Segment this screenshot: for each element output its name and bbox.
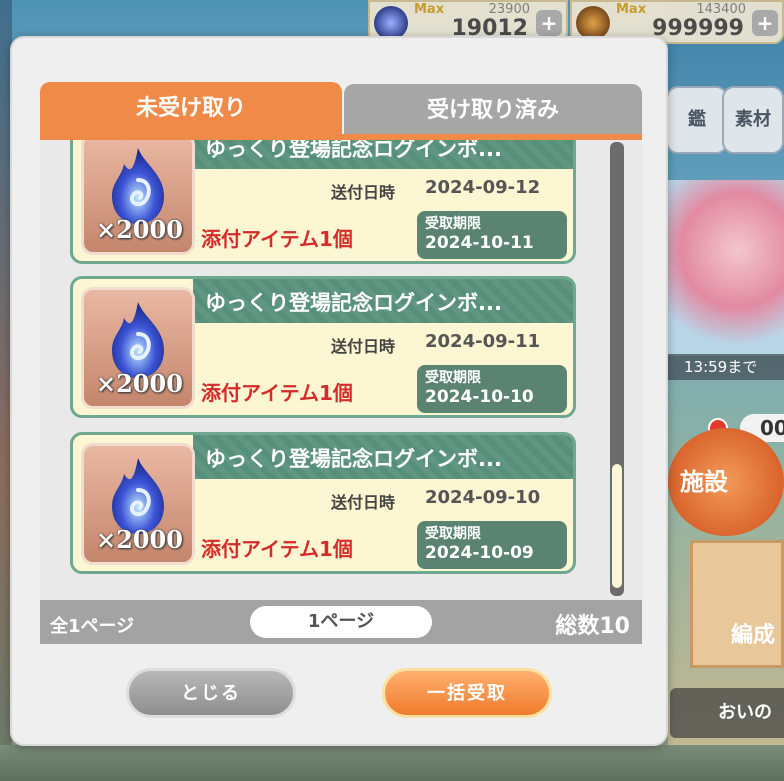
deadline-date: 2024-10-09 xyxy=(425,543,534,563)
blue-flame-icon xyxy=(112,148,164,224)
current-page[interactable]: 1ページ xyxy=(250,606,432,638)
total-pages: 全1ページ xyxy=(50,616,135,637)
formation-button[interactable]: 編成 xyxy=(690,540,784,668)
sent-date: 2024-09-11 xyxy=(425,331,541,352)
attachment-count: 添付アイテム1個 xyxy=(201,381,353,405)
background-bottom-strip xyxy=(0,745,784,781)
resource-max-label: Max xyxy=(414,2,445,17)
deadline-badge: 受取期限 2024-10-09 xyxy=(417,521,567,569)
sent-date: 2024-09-10 xyxy=(425,487,541,508)
close-button[interactable]: とじる xyxy=(126,668,296,718)
resource-add-button[interactable]: + xyxy=(536,10,562,36)
present-box-modal: 未受け取り 受け取り済み ×2000 ゆっくり登場記念ログインボ... 送付日時… xyxy=(10,36,668,746)
tab-claimed[interactable]: 受け取り済み xyxy=(344,84,642,140)
attachment-count: 添付アイテム1個 xyxy=(201,537,353,561)
resource-max-label: Max xyxy=(616,2,647,17)
resource-cap: 143400 xyxy=(696,2,746,17)
blue-flame-icon xyxy=(112,458,164,534)
item-thumbnail: ×2000 xyxy=(81,443,195,565)
item-thumbnail: ×2000 xyxy=(81,140,195,255)
materials-button[interactable]: 素材 xyxy=(722,86,784,154)
blue-flame-icon xyxy=(112,302,164,378)
item-thumbnail: ×2000 xyxy=(81,287,195,409)
present-list[interactable]: ×2000 ゆっくり登場記念ログインボ... 送付日時 2024-09-12 添… xyxy=(40,140,642,600)
item-title: ゆっくり登場記念ログインボ... xyxy=(205,291,502,315)
list-item[interactable]: ×2000 ゆっくり登場記念ログインボ... 送付日時 2024-09-12 添… xyxy=(70,140,576,264)
deadline-label: 受取期限 xyxy=(425,216,481,232)
item-quantity: ×2000 xyxy=(96,369,183,398)
sent-label: 送付日時 xyxy=(331,337,396,356)
total-count: 総数10 xyxy=(555,614,630,639)
resource-value: 999999 xyxy=(652,16,744,41)
item-title: ゆっくり登場記念ログインボ... xyxy=(205,140,502,161)
deadline-label: 受取期限 xyxy=(425,526,481,542)
resource-cap: 23900 xyxy=(488,2,530,17)
list-item[interactable]: ×2000 ゆっくり登場記念ログインボ... 送付日時 2024-09-11 添… xyxy=(70,276,576,418)
deadline-date: 2024-10-11 xyxy=(425,233,534,253)
deadline-label: 受取期限 xyxy=(425,370,481,386)
scrollbar-thumb[interactable] xyxy=(612,464,622,588)
attachment-count: 添付アイテム1個 xyxy=(201,227,353,251)
deadline-badge: 受取期限 2024-10-10 xyxy=(417,365,567,413)
sent-date: 2024-09-12 xyxy=(425,177,541,198)
bear-coin-icon xyxy=(576,6,610,40)
deadline-date: 2024-10-10 xyxy=(425,387,534,407)
bottom-tab-button[interactable]: おいの xyxy=(670,688,784,738)
banner-timer: 13:59まで xyxy=(668,354,784,380)
encyclopedia-button[interactable]: 鑑 xyxy=(666,86,728,154)
deadline-badge: 受取期限 2024-10-11 xyxy=(417,211,567,259)
blue-flame-icon xyxy=(374,6,408,40)
event-banner[interactable] xyxy=(668,180,784,356)
resource-add-button[interactable]: + xyxy=(752,10,778,36)
list-item[interactable]: ×2000 ゆっくり登場記念ログインボ... 送付日時 2024-09-10 添… xyxy=(70,432,576,574)
sent-label: 送付日時 xyxy=(331,183,396,202)
facility-button[interactable]: 施設 xyxy=(668,428,784,536)
claim-all-button[interactable]: 一括受取 xyxy=(382,668,552,718)
scrollbar[interactable] xyxy=(610,142,624,596)
tab-bar: 未受け取り 受け取り済み xyxy=(40,82,642,140)
item-title: ゆっくり登場記念ログインボ... xyxy=(205,447,502,471)
tab-unclaimed[interactable]: 未受け取り xyxy=(40,82,342,140)
sent-label: 送付日時 xyxy=(331,493,396,512)
item-quantity: ×2000 xyxy=(96,525,183,554)
pagination-bar: 全1ページ 1ページ 総数10 xyxy=(40,600,642,644)
item-quantity: ×2000 xyxy=(96,215,183,244)
